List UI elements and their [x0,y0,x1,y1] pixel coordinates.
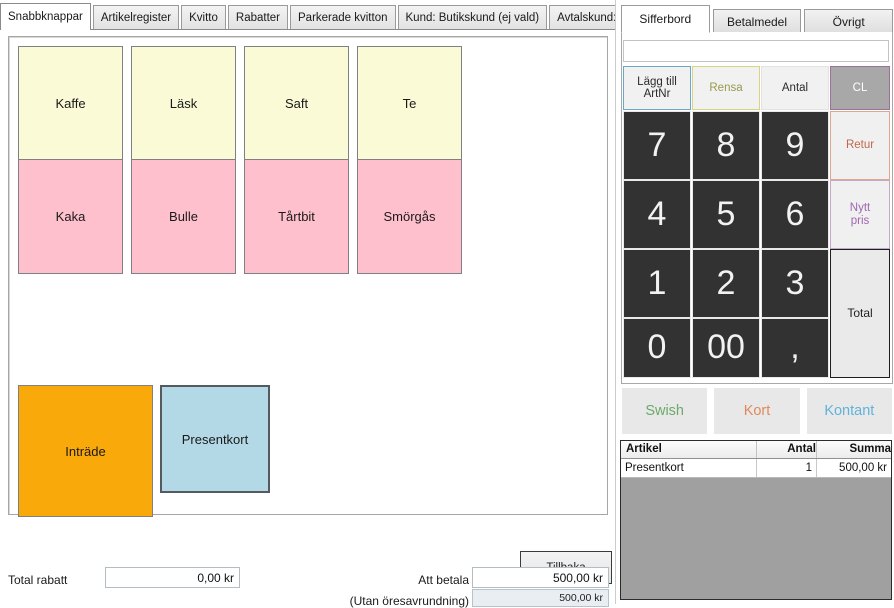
quick-button-tile[interactable]: Läsk [131,46,236,161]
quick-button-tile[interactable]: Bulle [131,159,236,274]
main-tabstrip: Snabbknappar Artikelregister Kvitto Rabatte… [0,3,669,30]
keypad-key[interactable]: 3 [761,249,829,318]
keypad-key[interactable]: Total [830,249,890,378]
keypad-key[interactable]: 8 [692,111,760,180]
keypad-key[interactable]: Lägg till ArtNr [623,66,691,110]
main-tab-1[interactable]: Artikelregister [92,5,180,29]
numeric-keypad: Lägg till ArtNr Rensa Antal CL 7 8 9 Retur 4 5 6 Ny… [623,66,890,378]
payment-button[interactable]: Kort [714,388,800,434]
receipt-cell-artikel: Presentkort [621,459,757,477]
receipt-column-header: Summa [849,443,891,455]
quick-button-tile[interactable]: Tårtbit [244,159,349,274]
keypad-key[interactable]: 9 [761,111,829,180]
keypad-tabstrip: Sifferbord Betalmedel Övrigt [621,5,894,33]
keypad-key[interactable]: 2 [692,249,760,318]
receipt-column-header: Antal [757,441,817,458]
main-tab-3[interactable]: Rabatter [227,5,288,29]
quick-button-tile[interactable]: Saft [244,46,349,161]
keypad-key[interactable]: 00 [692,318,760,378]
receipt-cell-summa: 500,00 kr [839,462,887,474]
main-tab-2[interactable]: Kvitto [181,5,226,29]
receipt-cell-antal: 1 [757,459,817,477]
keypad-key[interactable]: 0 [623,318,691,378]
keypad-key[interactable]: 6 [761,180,829,249]
receipt-row[interactable]: Presentkort 1 500,00 kr [621,459,891,478]
no-rounding-label: (Utan öresavrundning) [349,594,469,608]
keypad-key[interactable]: 7 [623,111,691,180]
quick-button-tile[interactable]: Smörgås [357,159,462,274]
quick-button-tile[interactable]: Kaka [18,159,123,274]
receipt-rows: Presentkort 1 500,00 kr [621,459,891,478]
pos-application: Snabbknappar Artikelregister Kvitto Rabatte… [0,0,894,608]
keypad-key[interactable]: Retur [830,111,890,180]
summary-bar: Total rabatt 0,00 kr Att betala 500,00 k… [0,556,615,608]
left-pane: Snabbknappar Artikelregister Kvitto Rabatte… [0,0,669,608]
total-discount-field[interactable]: 0,00 kr [105,567,240,588]
keypad-key[interactable]: Nytt pris [830,180,890,249]
payment-button[interactable]: Swish [622,388,708,434]
keypad-key[interactable]: Rensa [692,66,760,110]
payment-buttons: Swish Kort Kontant [622,388,892,434]
no-rounding-field: 500,00 kr [472,589,609,607]
keypad-key[interactable]: 4 [623,180,691,249]
quick-button-tile[interactable]: Te [357,46,462,161]
payment-button[interactable]: Kontant [806,388,892,434]
quick-button-tile[interactable]: Kaffe [18,46,123,161]
main-tab-0[interactable]: Snabbknappar [0,3,91,30]
keypad-tab-2[interactable]: Övrigt [804,9,894,33]
main-tab-5[interactable]: Kund: Butikskund (ej vald) [397,5,548,29]
quick-buttons-board: Kaffe Läsk Saft Te Kaka Bulle Tårtbit Smörgås In… [8,36,612,584]
keypad-key[interactable]: 5 [692,180,760,249]
receipt-column-header: Artikel [621,441,757,458]
receipt-grid[interactable]: Artikel Antal Summa Presentkort 1 500,00 kr [620,440,892,600]
to-pay-label: Att betala [418,573,469,587]
total-discount-label: Total rabatt [8,573,68,587]
keypad-tab-0[interactable]: Sifferbord [621,5,710,33]
number-input[interactable] [623,40,889,62]
quick-button-tile[interactable]: Inträde [18,385,153,517]
keypad-key[interactable]: Antal [761,66,829,110]
quick-button-tile[interactable]: Presentkort [160,385,270,493]
keypad-key[interactable]: CL [830,66,890,110]
keypad-key[interactable]: 1 [623,249,691,318]
to-pay-field[interactable]: 500,00 kr [472,567,609,588]
main-tab-4[interactable]: Parkerade kvitton [290,5,396,29]
keypad-key[interactable]: , [761,318,829,378]
receipt-header-row: Artikel Antal Summa [621,441,891,459]
keypad-tab-1[interactable]: Betalmedel [712,9,802,33]
